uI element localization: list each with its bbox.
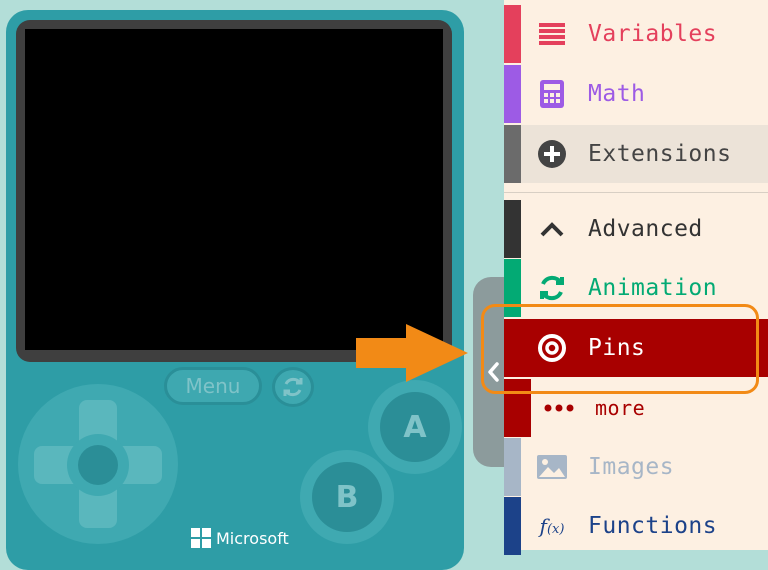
category-color-bar [504,125,521,183]
category-label: Math [588,81,646,107]
dpad[interactable] [18,384,178,544]
plus-circle-icon [537,139,567,169]
dots-icon [544,393,574,423]
dpad-center-dot [78,445,118,485]
b-button[interactable]: B [300,450,394,544]
b-button-label: B [312,462,382,532]
category-color-bar [504,5,521,63]
category-label: Advanced [588,216,703,242]
category-color-bar [504,65,521,123]
a-button-label: A [380,392,450,462]
category-label: Variables [588,21,718,47]
category-color-bar [504,200,521,258]
calculator-icon [537,79,567,109]
screen-bezel [16,20,452,362]
pointer-arrow-icon [356,324,468,382]
microsoft-brand: Microsoft [191,528,289,548]
category-color-bar [504,438,521,496]
microsoft-logo-icon [191,528,211,548]
function-icon: f(x) [539,514,565,538]
category-label: Images [588,454,675,480]
restart-button[interactable] [272,367,314,407]
category-color-bar [504,497,521,555]
chevron-up-icon [537,214,567,244]
category-images[interactable]: Images [504,438,768,496]
dpad-center [67,434,129,496]
category-extensions[interactable]: Extensions [504,125,768,183]
category-label: more [595,396,646,420]
category-label: Extensions [588,141,732,167]
pins-highlight-box [481,304,759,394]
list-lines-icon [537,19,567,49]
refresh-icon [283,377,303,397]
category-variables[interactable]: Variables [504,5,768,63]
arcade-device: Menu A B Microsoft [6,10,464,570]
toolbox: Variables Math Extensions Advanced Anima… [504,0,768,555]
category-functions[interactable]: f(x) Functions [504,497,768,555]
a-button[interactable]: A [368,380,462,474]
category-math[interactable]: Math [504,65,768,123]
category-label: Animation [588,275,718,301]
game-screen[interactable] [25,29,443,350]
category-label: Functions [588,513,718,539]
image-icon [537,452,567,482]
toolbox-divider [504,192,768,193]
brand-label: Microsoft [216,528,289,548]
menu-button[interactable]: Menu [164,367,262,405]
category-advanced[interactable]: Advanced [504,200,768,258]
refresh-icon [537,273,567,303]
